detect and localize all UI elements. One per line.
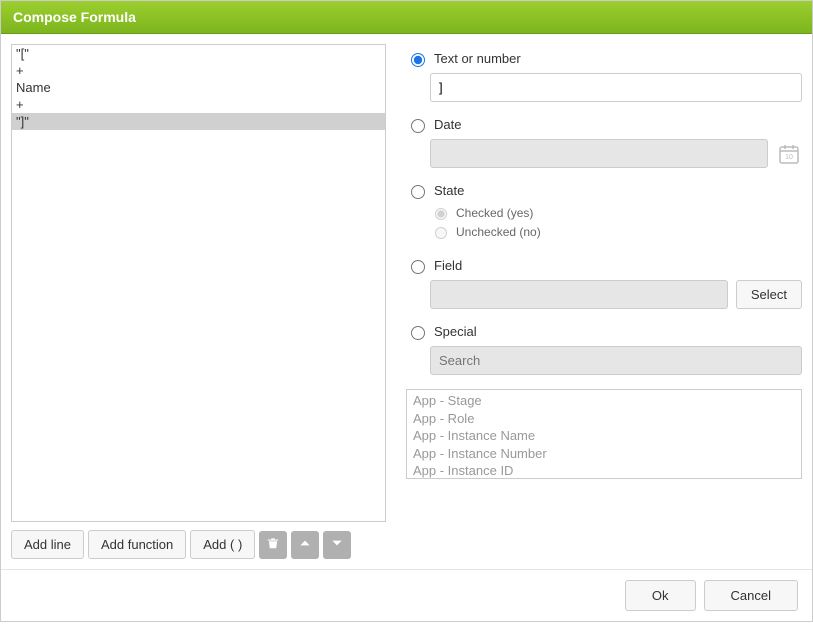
- left-button-bar: Add line Add function Add ( ): [11, 530, 386, 559]
- formula-line[interactable]: "]": [12, 113, 385, 130]
- right-pane: Text or number Date 10: [406, 44, 802, 559]
- dialog-body: "["+Name+"]" Add line Add function Add (…: [1, 34, 812, 569]
- delete-button[interactable]: [259, 531, 287, 559]
- special-label: Special: [434, 324, 477, 339]
- compose-formula-dialog: Compose Formula "["+Name+"]" Add line Ad…: [0, 0, 813, 622]
- formula-line[interactable]: "[": [12, 45, 385, 62]
- dialog-footer: Ok Cancel: [1, 569, 812, 621]
- state-checked-label: Checked (yes): [456, 206, 533, 220]
- special-radio[interactable]: [411, 326, 425, 340]
- state-unchecked-label: Unchecked (no): [456, 225, 541, 239]
- move-down-button[interactable]: [323, 531, 351, 559]
- move-up-button[interactable]: [291, 531, 319, 559]
- text-or-number-group: Text or number: [406, 50, 802, 102]
- chevron-up-icon: [298, 536, 312, 553]
- left-pane: "["+Name+"]" Add line Add function Add (…: [11, 44, 386, 559]
- add-line-button[interactable]: Add line: [11, 530, 84, 559]
- special-search-input[interactable]: [430, 346, 802, 375]
- special-list[interactable]: App - StageApp - RoleApp - Instance Name…: [406, 389, 802, 479]
- special-group: Special: [406, 323, 802, 375]
- dialog-title: Compose Formula: [1, 1, 812, 34]
- special-item[interactable]: App - Role: [413, 410, 795, 428]
- chevron-down-icon: [330, 536, 344, 553]
- field-label: Field: [434, 258, 462, 273]
- calendar-icon[interactable]: 10: [776, 141, 802, 167]
- state-checked-radio: [435, 208, 447, 220]
- special-item[interactable]: App - Instance Number: [413, 445, 795, 463]
- field-select-button[interactable]: Select: [736, 280, 802, 309]
- state-radio[interactable]: [411, 185, 425, 199]
- formula-line[interactable]: +: [12, 62, 385, 79]
- date-label: Date: [434, 117, 461, 132]
- ok-button[interactable]: Ok: [625, 580, 696, 611]
- special-item[interactable]: App - Stage: [413, 392, 795, 410]
- trash-icon: [266, 536, 280, 553]
- formula-line[interactable]: +: [12, 96, 385, 113]
- state-group: State Checked (yes) Unchecked (no): [406, 182, 802, 243]
- formula-list[interactable]: "["+Name+"]": [11, 44, 386, 522]
- text-or-number-label: Text or number: [434, 51, 521, 66]
- date-input: [430, 139, 768, 168]
- special-item[interactable]: App - Instance Name: [413, 427, 795, 445]
- date-group: Date 10: [406, 116, 802, 168]
- field-group: Field Select: [406, 257, 802, 309]
- special-item[interactable]: App - Instance ID: [413, 462, 795, 479]
- state-unchecked-radio: [435, 227, 447, 239]
- cancel-button[interactable]: Cancel: [704, 580, 798, 611]
- add-function-button[interactable]: Add function: [88, 530, 186, 559]
- field-radio[interactable]: [411, 260, 425, 274]
- field-input: [430, 280, 728, 309]
- text-or-number-input[interactable]: [430, 73, 802, 102]
- state-label: State: [434, 183, 464, 198]
- formula-line[interactable]: Name: [12, 79, 385, 96]
- add-parens-button[interactable]: Add ( ): [190, 530, 255, 559]
- date-radio[interactable]: [411, 119, 425, 133]
- svg-text:10: 10: [785, 154, 793, 161]
- text-or-number-radio[interactable]: [411, 53, 425, 67]
